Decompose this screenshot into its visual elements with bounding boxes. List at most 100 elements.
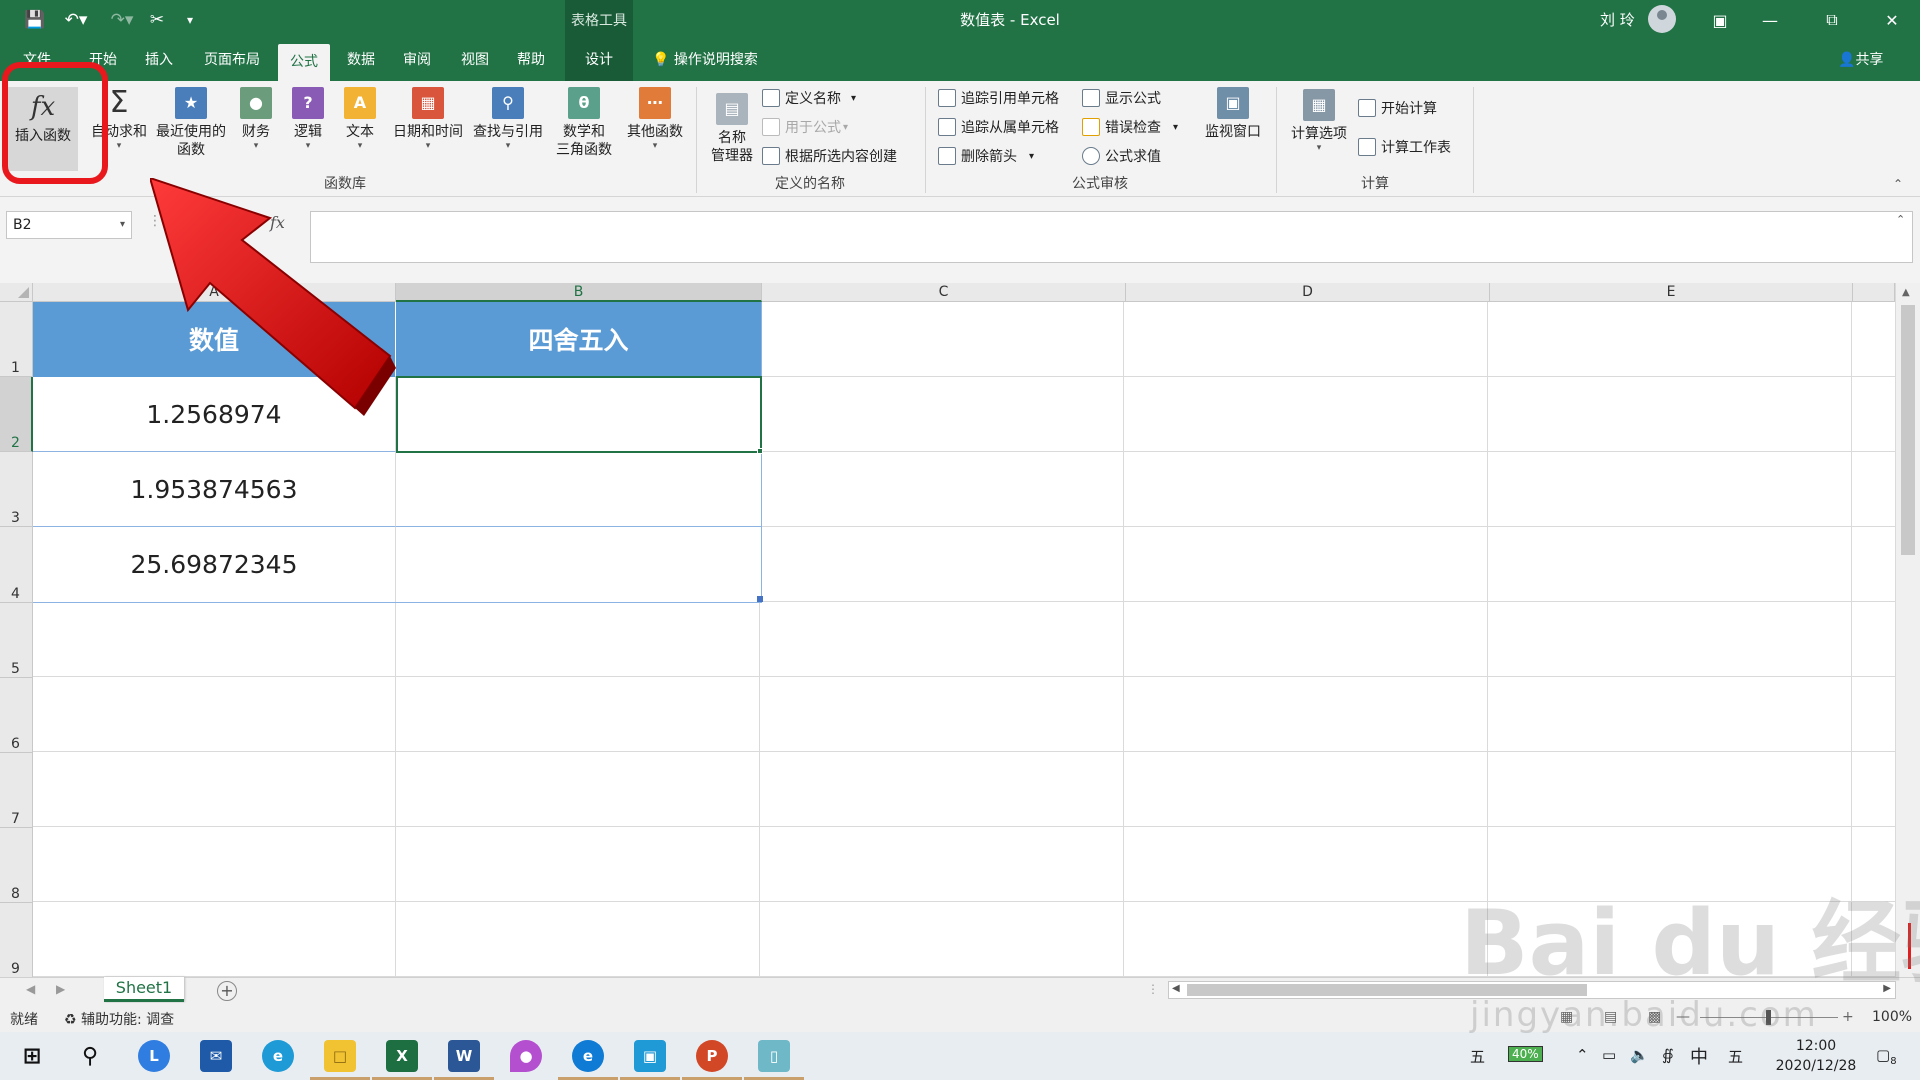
prev-sheet-icon[interactable]: ◀ <box>26 982 35 996</box>
save-icon[interactable]: 💾 <box>22 8 48 32</box>
app-book-icon[interactable]: ▯ <box>744 1040 804 1080</box>
user-name[interactable]: 刘 玲 <box>1600 9 1635 30</box>
row-header-7[interactable]: 7 <box>0 753 33 828</box>
date-time-button[interactable]: ▦ 日期和时间 ▾ <box>388 87 468 151</box>
scroll-left-icon[interactable]: ◀ <box>1172 983 1180 994</box>
ribbon-display-icon[interactable]: ▣ <box>1700 6 1740 34</box>
formula-input[interactable] <box>310 211 1913 263</box>
calculate-now-button[interactable]: 开始计算 <box>1358 96 1437 120</box>
logical-button[interactable]: ? 逻辑 ▾ <box>288 87 328 151</box>
column-header-c[interactable]: C <box>762 283 1126 302</box>
undo-icon[interactable]: ↶▾ <box>58 8 94 32</box>
customize-qat-icon[interactable]: ▾ <box>180 8 200 32</box>
split-handle-icon[interactable]: ⋮ <box>1147 982 1159 996</box>
show-formulas-button[interactable]: 显示公式 <box>1082 86 1161 110</box>
use-in-formula-button[interactable]: 用于公式 ▾ <box>762 115 848 139</box>
cut-icon[interactable]: ✂ <box>144 8 170 32</box>
watch-window-button[interactable]: ▣ 监视窗口 <box>1200 87 1266 141</box>
excel-taskbar-icon[interactable]: X <box>372 1040 432 1080</box>
fill-handle[interactable] <box>757 448 763 454</box>
trace-precedents-button[interactable]: 追踪引用单元格 <box>938 86 1059 110</box>
row-header-1[interactable]: 1 <box>0 302 33 377</box>
row-header-3[interactable]: 3 <box>0 452 33 527</box>
tab-view[interactable]: 视图 <box>450 40 500 81</box>
powerpoint-taskbar-icon[interactable]: P <box>682 1040 742 1080</box>
column-header-d[interactable]: D <box>1126 283 1490 302</box>
recently-used-button[interactable]: ★ 最近使用的 函数 <box>152 87 230 159</box>
accessibility-status[interactable]: ♻ 辅助功能: 调查 <box>64 1009 174 1029</box>
app-l-icon[interactable]: L <box>138 1040 170 1072</box>
add-sheet-icon[interactable]: + <box>217 981 237 1001</box>
collapse-formula-bar-icon[interactable]: ⌃ <box>1896 213 1905 226</box>
row-header-6[interactable]: 6 <box>0 678 33 753</box>
avatar[interactable] <box>1648 5 1676 33</box>
restore-icon[interactable]: ⧉ <box>1812 6 1852 34</box>
name-box[interactable]: B2 ▾ <box>6 211 132 239</box>
app-screen-icon[interactable]: ▣ <box>620 1040 680 1080</box>
show-hidden-icons[interactable]: ⌃ <box>1576 1046 1589 1064</box>
more-functions-button[interactable]: ⋯ 其他函数 ▾ <box>620 87 690 151</box>
calculate-sheet-button[interactable]: 计算工作表 <box>1358 135 1451 159</box>
select-all-corner[interactable] <box>0 283 33 302</box>
error-checking-button[interactable]: 错误检查 ▾ <box>1082 115 1178 139</box>
row-header-4[interactable]: 4 <box>0 527 33 603</box>
wifi-icon[interactable]: ∯ <box>1662 1046 1674 1064</box>
ime-chinese-tray[interactable]: 中 <box>1690 1043 1708 1069</box>
create-from-selection-button[interactable]: 根据所选内容创建 <box>762 144 897 168</box>
tab-design[interactable]: 设计 <box>565 40 633 81</box>
evaluate-formula-button[interactable]: 公式求值 <box>1082 144 1161 168</box>
edge-browser-icon[interactable]: e <box>558 1040 618 1080</box>
tab-help[interactable]: 帮助 <box>506 40 556 81</box>
text-button[interactable]: A 文本 ▾ <box>340 87 380 151</box>
tab-formulas[interactable]: 公式 <box>278 44 330 81</box>
clock[interactable]: 12:00 2020/12/28 <box>1766 1036 1866 1076</box>
sheet-tab-sheet1[interactable]: Sheet1 <box>104 977 184 1002</box>
table-resize-handle[interactable] <box>757 596 763 602</box>
minimize-icon[interactable]: — <box>1750 6 1790 34</box>
collapse-ribbon-icon[interactable]: ⌃ <box>1893 177 1903 191</box>
row-header-2[interactable]: 2 <box>0 377 33 452</box>
cell-a4[interactable]: 25.69872345 <box>33 527 396 603</box>
notification-icon[interactable]: ▢8 <box>1876 1046 1897 1067</box>
row-header-5[interactable]: 5 <box>0 603 33 678</box>
define-name-button[interactable]: 定义名称 ▾ <box>762 86 856 110</box>
cell-a3[interactable]: 1.953874563 <box>33 452 396 527</box>
remove-arrows-button[interactable]: 删除箭头 ▾ <box>938 144 1034 168</box>
column-header-b[interactable]: B <box>396 283 762 302</box>
battery-icon[interactable]: ▭ <box>1602 1046 1616 1064</box>
vertical-scroll-thumb[interactable] <box>1901 305 1915 555</box>
cell-b4[interactable] <box>396 527 762 603</box>
tab-insert[interactable]: 插入 <box>134 40 184 81</box>
zoom-in-icon[interactable]: + <box>1842 1009 1854 1025</box>
next-sheet-icon[interactable]: ▶ <box>56 982 65 996</box>
trace-dependents-button[interactable]: 追踪从属单元格 <box>938 115 1059 139</box>
row-header-9[interactable]: 9 <box>0 903 33 977</box>
cell-b3[interactable] <box>396 452 762 527</box>
cell-b1[interactable]: 四舍五入 <box>396 302 762 377</box>
paint-drop-icon[interactable]: ● <box>510 1040 542 1072</box>
ie-browser-icon[interactable]: e <box>262 1040 294 1072</box>
math-trig-button[interactable]: θ 数学和 三角函数 <box>546 87 622 159</box>
word-taskbar-icon[interactable]: W <box>434 1040 494 1080</box>
tell-me-search[interactable]: 💡 操作说明搜索 <box>652 40 758 81</box>
row-header-8[interactable]: 8 <box>0 828 33 903</box>
zoom-level[interactable]: 100% <box>1872 1009 1912 1025</box>
battery-indicator[interactable]: 40% <box>1508 1046 1543 1062</box>
scroll-up-icon[interactable]: ▲ <box>1902 287 1910 298</box>
name-manager-button[interactable]: ▤ 名称 管理器 <box>706 93 758 165</box>
tab-page-layout[interactable]: 页面布局 <box>196 40 268 81</box>
calculation-options-button[interactable]: ▦ 计算选项 ▾ <box>1286 89 1352 153</box>
redo-icon[interactable]: ↷▾ <box>104 8 140 32</box>
ime-wubi-tray-2[interactable]: 五 <box>1728 1046 1743 1067</box>
file-explorer-icon[interactable]: □ <box>310 1040 370 1080</box>
windows-start-icon[interactable]: ⊞ <box>16 1040 48 1072</box>
tab-data[interactable]: 数据 <box>336 40 386 81</box>
tab-review[interactable]: 审阅 <box>392 40 442 81</box>
ime-wubi-tray[interactable]: 五 <box>1470 1046 1485 1067</box>
lookup-reference-button[interactable]: ⚲ 查找与引用 ▾ <box>468 87 548 151</box>
volume-icon[interactable]: 🔈 <box>1630 1046 1649 1064</box>
close-icon[interactable]: ✕ <box>1872 6 1912 34</box>
financial-button[interactable]: ● 财务 ▾ <box>236 87 276 151</box>
search-icon[interactable]: ⚲ <box>74 1040 106 1072</box>
column-header-e[interactable]: E <box>1490 283 1853 302</box>
